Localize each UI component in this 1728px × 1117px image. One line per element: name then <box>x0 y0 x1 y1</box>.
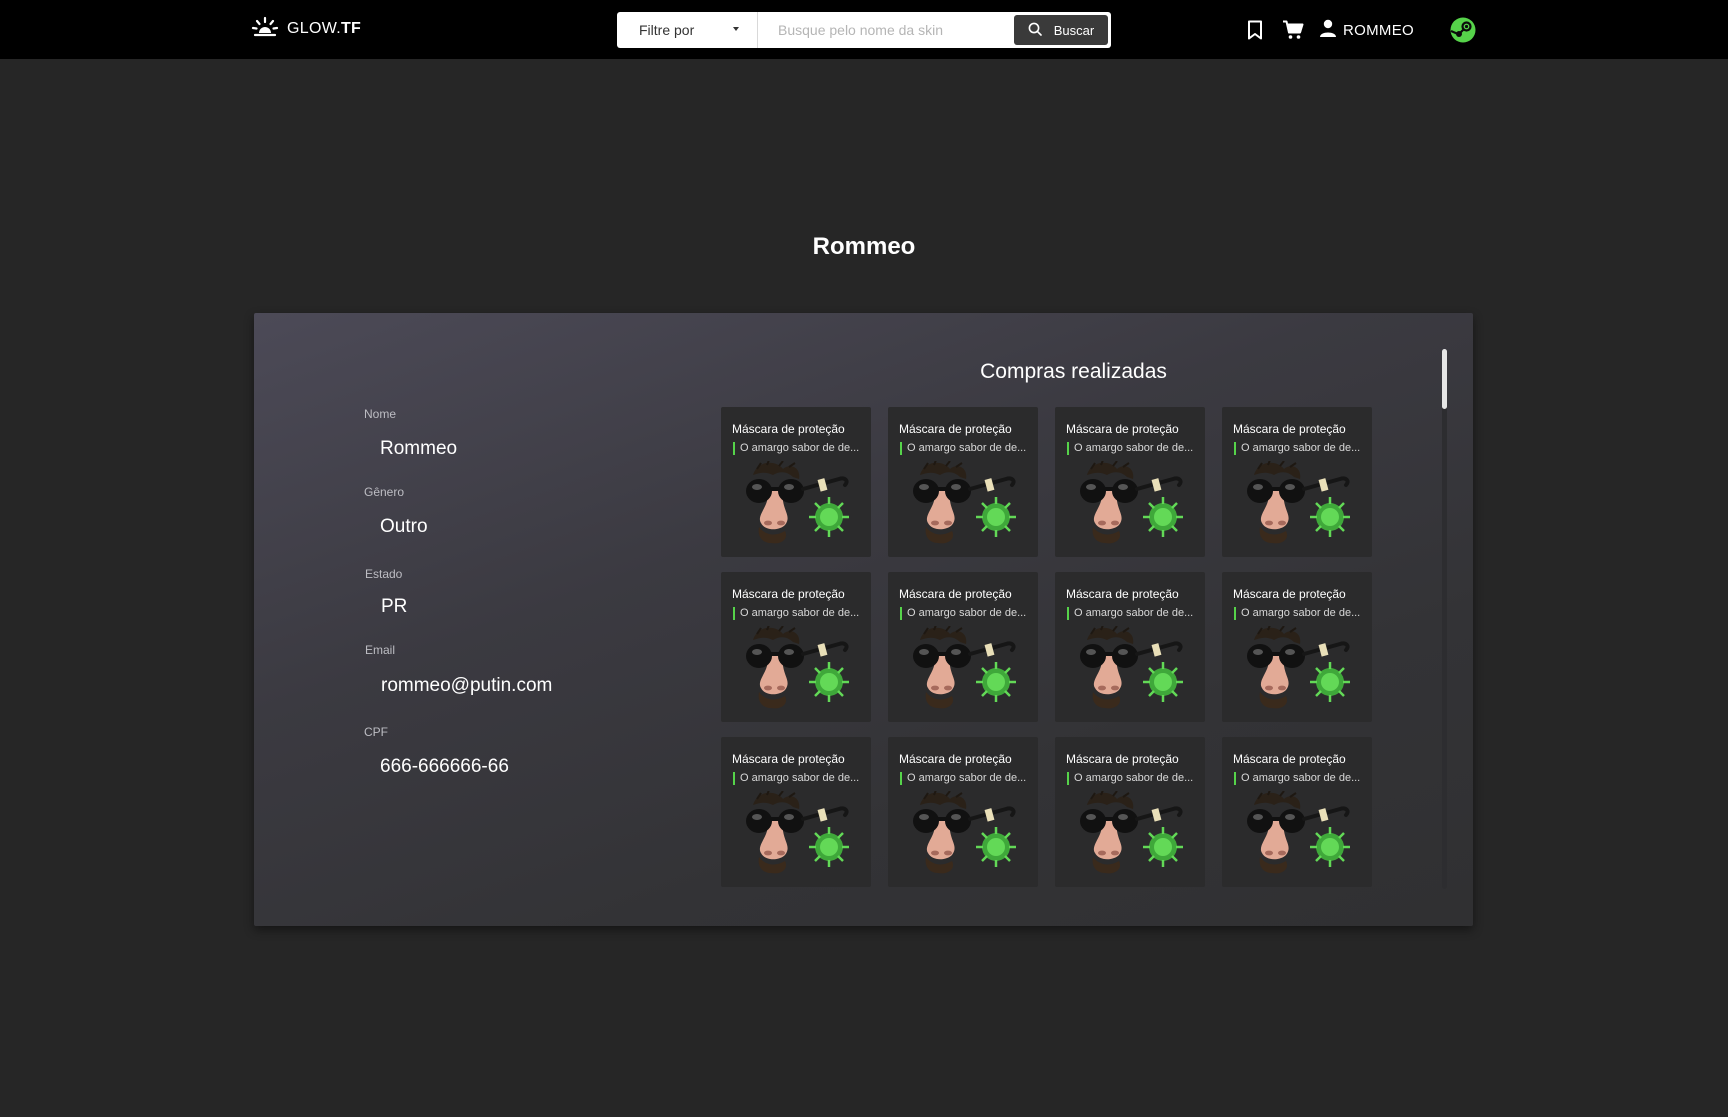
item-image <box>735 459 859 545</box>
search-bar: Filtre por Buscar <box>617 12 1111 48</box>
field-label: Email <box>365 643 396 657</box>
item-description: O amargo sabor de de... <box>900 442 1026 455</box>
user-menu[interactable]: ROMMEO <box>1319 19 1414 41</box>
item-name: Máscara de proteção <box>732 752 845 766</box>
purchase-card[interactable]: Máscara de proteção O amargo sabor de de… <box>1222 407 1372 557</box>
field-value: 666-666666-66 <box>380 756 509 777</box>
item-name: Máscara de proteção <box>1066 752 1179 766</box>
purchases-grid: Máscara de proteção O amargo sabor de de… <box>721 407 1372 887</box>
item-name: Máscara de proteção <box>899 752 1012 766</box>
username: ROMMEO <box>1343 21 1414 39</box>
field-label: CPF <box>364 725 388 739</box>
filter-label: Filtre por <box>639 22 695 38</box>
purchase-card[interactable]: Máscara de proteção O amargo sabor de de… <box>721 737 871 887</box>
field-value: Outro <box>380 516 428 537</box>
item-name: Máscara de proteção <box>1233 422 1346 436</box>
purchases-scrollbar[interactable] <box>1442 349 1447 889</box>
field-genero: Gênero Outro <box>364 485 428 538</box>
item-name: Máscara de proteção <box>732 587 845 601</box>
field-label: Nome <box>364 407 397 421</box>
purchase-card[interactable]: Máscara de proteção O amargo sabor de de… <box>721 572 871 722</box>
item-name: Máscara de proteção <box>1066 422 1179 436</box>
field-value: PR <box>381 596 408 617</box>
scrollbar-thumb[interactable] <box>1442 349 1447 409</box>
item-image <box>735 789 859 875</box>
purchase-card[interactable]: Máscara de proteção O amargo sabor de de… <box>1055 737 1205 887</box>
item-name: Máscara de proteção <box>732 422 845 436</box>
purchase-card[interactable]: Máscara de proteção O amargo sabor de de… <box>888 407 1038 557</box>
profile-panel: Nome Rommeo Gênero Outro Estado PR Email… <box>254 313 1473 926</box>
field-nome: Nome Rommeo <box>364 407 457 460</box>
item-image <box>902 789 1026 875</box>
field-value: rommeo@putin.com <box>381 675 553 696</box>
nav-actions: ROMMEO <box>1243 15 1476 45</box>
purchase-card[interactable]: Máscara de proteção O amargo sabor de de… <box>1222 572 1372 722</box>
field-email: Email rommeo@putin.com <box>365 643 552 697</box>
field-label: Gênero <box>364 485 405 499</box>
item-description: O amargo sabor de de... <box>1067 607 1193 620</box>
brand-name: GLOW.TF <box>287 20 362 37</box>
purchase-card[interactable]: Máscara de proteção O amargo sabor de de… <box>1055 407 1205 557</box>
item-description: O amargo sabor de de... <box>900 772 1026 785</box>
purchase-card[interactable]: Máscara de proteção O amargo sabor de de… <box>1055 572 1205 722</box>
item-image <box>1069 789 1193 875</box>
item-name: Máscara de proteção <box>899 587 1012 601</box>
item-description: O amargo sabor de de... <box>1234 607 1360 620</box>
bookmark-icon[interactable] <box>1243 18 1267 42</box>
item-image <box>902 624 1026 710</box>
search-button[interactable]: Buscar <box>1014 15 1108 45</box>
item-name: Máscara de proteção <box>899 422 1012 436</box>
purchase-card[interactable]: Máscara de proteção O amargo sabor de de… <box>888 737 1038 887</box>
item-description: O amargo sabor de de... <box>1067 772 1193 785</box>
brand-logo[interactable]: GLOW.TF <box>251 15 361 43</box>
item-description: O amargo sabor de de... <box>900 607 1026 620</box>
item-name: Máscara de proteção <box>1233 587 1346 601</box>
top-navbar: GLOW.TF Filtre por Buscar ROMMEO <box>0 0 1728 59</box>
item-name: Máscara de proteção <box>1233 752 1346 766</box>
field-value: Rommeo <box>380 438 458 459</box>
item-image <box>902 459 1026 545</box>
field-cpf: CPF 666-666666-66 <box>364 725 509 778</box>
item-description: O amargo sabor de de... <box>733 772 859 785</box>
item-description: O amargo sabor de de... <box>1067 442 1193 455</box>
purchase-card[interactable]: Máscara de proteção O amargo sabor de de… <box>888 572 1038 722</box>
item-image <box>1069 624 1193 710</box>
item-image <box>1069 459 1193 545</box>
field-estado: Estado PR <box>365 567 407 618</box>
filter-dropdown[interactable]: Filtre por <box>617 12 758 48</box>
purchases-title: Compras realizadas <box>980 360 1167 383</box>
item-image <box>735 624 859 710</box>
cart-icon[interactable] <box>1281 18 1305 42</box>
item-image <box>1236 789 1360 875</box>
item-image <box>1236 459 1360 545</box>
user-icon <box>1319 19 1337 41</box>
search-icon <box>1028 22 1042 39</box>
sunrise-logo-icon <box>251 16 279 43</box>
field-label: Estado <box>365 567 403 581</box>
search-button-label: Buscar <box>1053 22 1095 38</box>
item-description: O amargo sabor de de... <box>1234 772 1360 785</box>
item-description: O amargo sabor de de... <box>1234 442 1360 455</box>
item-description: O amargo sabor de de... <box>733 442 859 455</box>
item-description: O amargo sabor de de... <box>733 607 859 620</box>
purchase-card[interactable]: Máscara de proteção O amargo sabor de de… <box>1222 737 1372 887</box>
steam-icon[interactable] <box>1450 17 1476 43</box>
page-title: Rommeo <box>812 233 916 260</box>
chevron-down-icon <box>733 27 739 31</box>
search-input[interactable] <box>758 12 1014 48</box>
purchase-card[interactable]: Máscara de proteção O amargo sabor de de… <box>721 407 871 557</box>
item-name: Máscara de proteção <box>1066 587 1179 601</box>
item-image <box>1236 624 1360 710</box>
